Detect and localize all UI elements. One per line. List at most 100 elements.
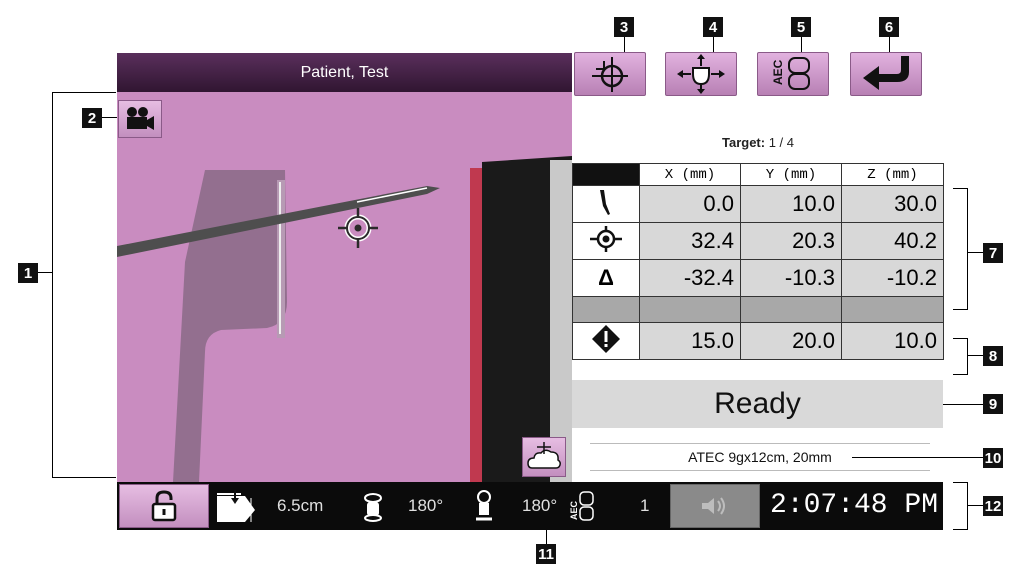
delta-icon: Δ [598, 265, 614, 290]
svg-text:AEC: AEC [771, 59, 785, 85]
target-select-button[interactable] [574, 52, 646, 96]
callout-12-leader [967, 505, 983, 506]
compression-value: 6.5cm [277, 496, 324, 515]
camera-view-button[interactable] [118, 100, 162, 138]
callout-7-bracket-bottom [953, 309, 967, 310]
callout-12: 12 [983, 496, 1003, 516]
delta-x: -32.4 [639, 259, 741, 297]
callout-5: 5 [791, 17, 811, 37]
separator-cell [572, 296, 640, 323]
delta-y: -10.3 [740, 259, 842, 297]
aec-button[interactable]: AEC [757, 52, 829, 96]
lock-button[interactable] [119, 484, 209, 528]
compression-thickness-icon [217, 490, 255, 522]
safety-y: 20.0 [740, 322, 842, 360]
video-camera-icon [127, 107, 154, 130]
target-z: 40.2 [841, 222, 944, 260]
delta-z: -10.2 [841, 259, 944, 297]
callout-8-bracket [967, 338, 968, 375]
header-x: X (mm) [639, 163, 741, 186]
needle-guide-highlight [279, 182, 281, 334]
sound-button[interactable] [670, 484, 760, 528]
gantry-rotation-icon [364, 493, 382, 522]
callout-9: 9 [983, 394, 1003, 414]
needle-guidance-view[interactable] [117, 92, 572, 482]
target-row-icon-cell [572, 222, 640, 260]
coordinate-table: X (mm) Y (mm) Z (mm) 0.0 10.0 30.0 32.4 … [572, 163, 944, 360]
return-button[interactable] [850, 52, 922, 96]
jog-move-button[interactable] [665, 52, 737, 96]
callout-12-bracket [967, 482, 968, 530]
guidance-graphic [117, 156, 572, 482]
target-icon [590, 225, 622, 252]
callout-10: 10 [983, 448, 1003, 468]
callout-6-leader [889, 37, 890, 52]
crosshair-target-icon [592, 57, 628, 92]
callout-6: 6 [879, 17, 899, 37]
delta-row-icon-cell: Δ [572, 259, 640, 297]
safety-margin-row: 15.0 20.0 10.0 [572, 322, 944, 360]
lesion-cloud-icon [527, 442, 561, 469]
separator-cell [841, 296, 944, 323]
callout-8-bracket-top [953, 338, 967, 339]
aec-value: 1 [640, 496, 650, 515]
needle-z: 30.0 [841, 185, 944, 223]
callout-4: 4 [703, 17, 723, 37]
warning-diamond-icon [592, 324, 620, 353]
safety-z: 10.0 [841, 322, 944, 360]
clock: 2:07:48 PM [769, 490, 939, 521]
c-arm-rotation-icon [476, 490, 492, 521]
callout-1: 1 [18, 263, 38, 283]
callout-2-leader [102, 117, 118, 118]
separator-cell [639, 296, 741, 323]
patient-title-bar: Patient, Test [117, 53, 572, 93]
callout-11: 11 [536, 544, 556, 564]
status-bar: 6.5cm 180° 180° AEC 1 2:07:48 PM [117, 482, 943, 530]
needle-x: 0.0 [639, 185, 741, 223]
aec-status-icon: AEC [569, 491, 594, 521]
target-y: 20.3 [740, 222, 842, 260]
target-marker-icon [338, 208, 378, 248]
table-header-row: X (mm) Y (mm) Z (mm) [572, 163, 944, 186]
safety-x: 15.0 [639, 322, 741, 360]
callout-8: 8 [983, 346, 1003, 366]
target-x: 32.4 [639, 222, 741, 260]
callout-7: 7 [983, 243, 1003, 263]
callout-1-bracket [52, 92, 53, 477]
move-arrows-icon [677, 54, 725, 94]
needle-y: 10.0 [740, 185, 842, 223]
needle-row-icon-cell [572, 185, 640, 223]
callout-7-leader [967, 252, 983, 253]
safety-row-icon-cell [572, 322, 640, 360]
gantry-angle-value: 180° [408, 496, 444, 515]
status-text: Ready [714, 387, 801, 420]
atec-info: ATEC 9gx12cm, 20mm [590, 443, 930, 471]
atec-text: ATEC 9gx12cm, 20mm [688, 449, 832, 465]
needle-row: 0.0 10.0 30.0 [572, 185, 944, 223]
callout-1-bracket-bottom [52, 477, 116, 478]
callout-4-leader [713, 37, 714, 52]
needle-icon [600, 189, 610, 215]
target-label: Target: [721, 135, 766, 150]
callout-8-leader [967, 355, 983, 356]
svg-text:AEC: AEC [569, 500, 579, 520]
target-row: 32.4 20.3 40.2 [572, 222, 944, 260]
header-z: Z (mm) [841, 163, 944, 186]
target-value: 1 / 4 [768, 135, 795, 150]
callout-5-leader [801, 37, 802, 52]
header-y: Y (mm) [740, 163, 842, 186]
callout-3-leader [624, 37, 625, 52]
unlock-icon [151, 490, 177, 522]
delta-row: Δ -32.4 -10.3 -10.2 [572, 259, 944, 297]
callout-8-bracket-bottom [953, 374, 967, 375]
callout-12-bracket-top [953, 482, 967, 483]
aec-icon: AEC [771, 57, 810, 90]
lesion-view-button[interactable] [522, 437, 566, 477]
patient-name: Patient, Test [300, 64, 389, 81]
callout-1-leader [38, 272, 52, 273]
callout-1-bracket-top [52, 92, 116, 93]
header-blank-cell [572, 163, 640, 186]
return-arrow-icon [863, 56, 909, 90]
callout-7-bracket [967, 188, 968, 310]
callout-7-bracket-top [953, 188, 967, 189]
